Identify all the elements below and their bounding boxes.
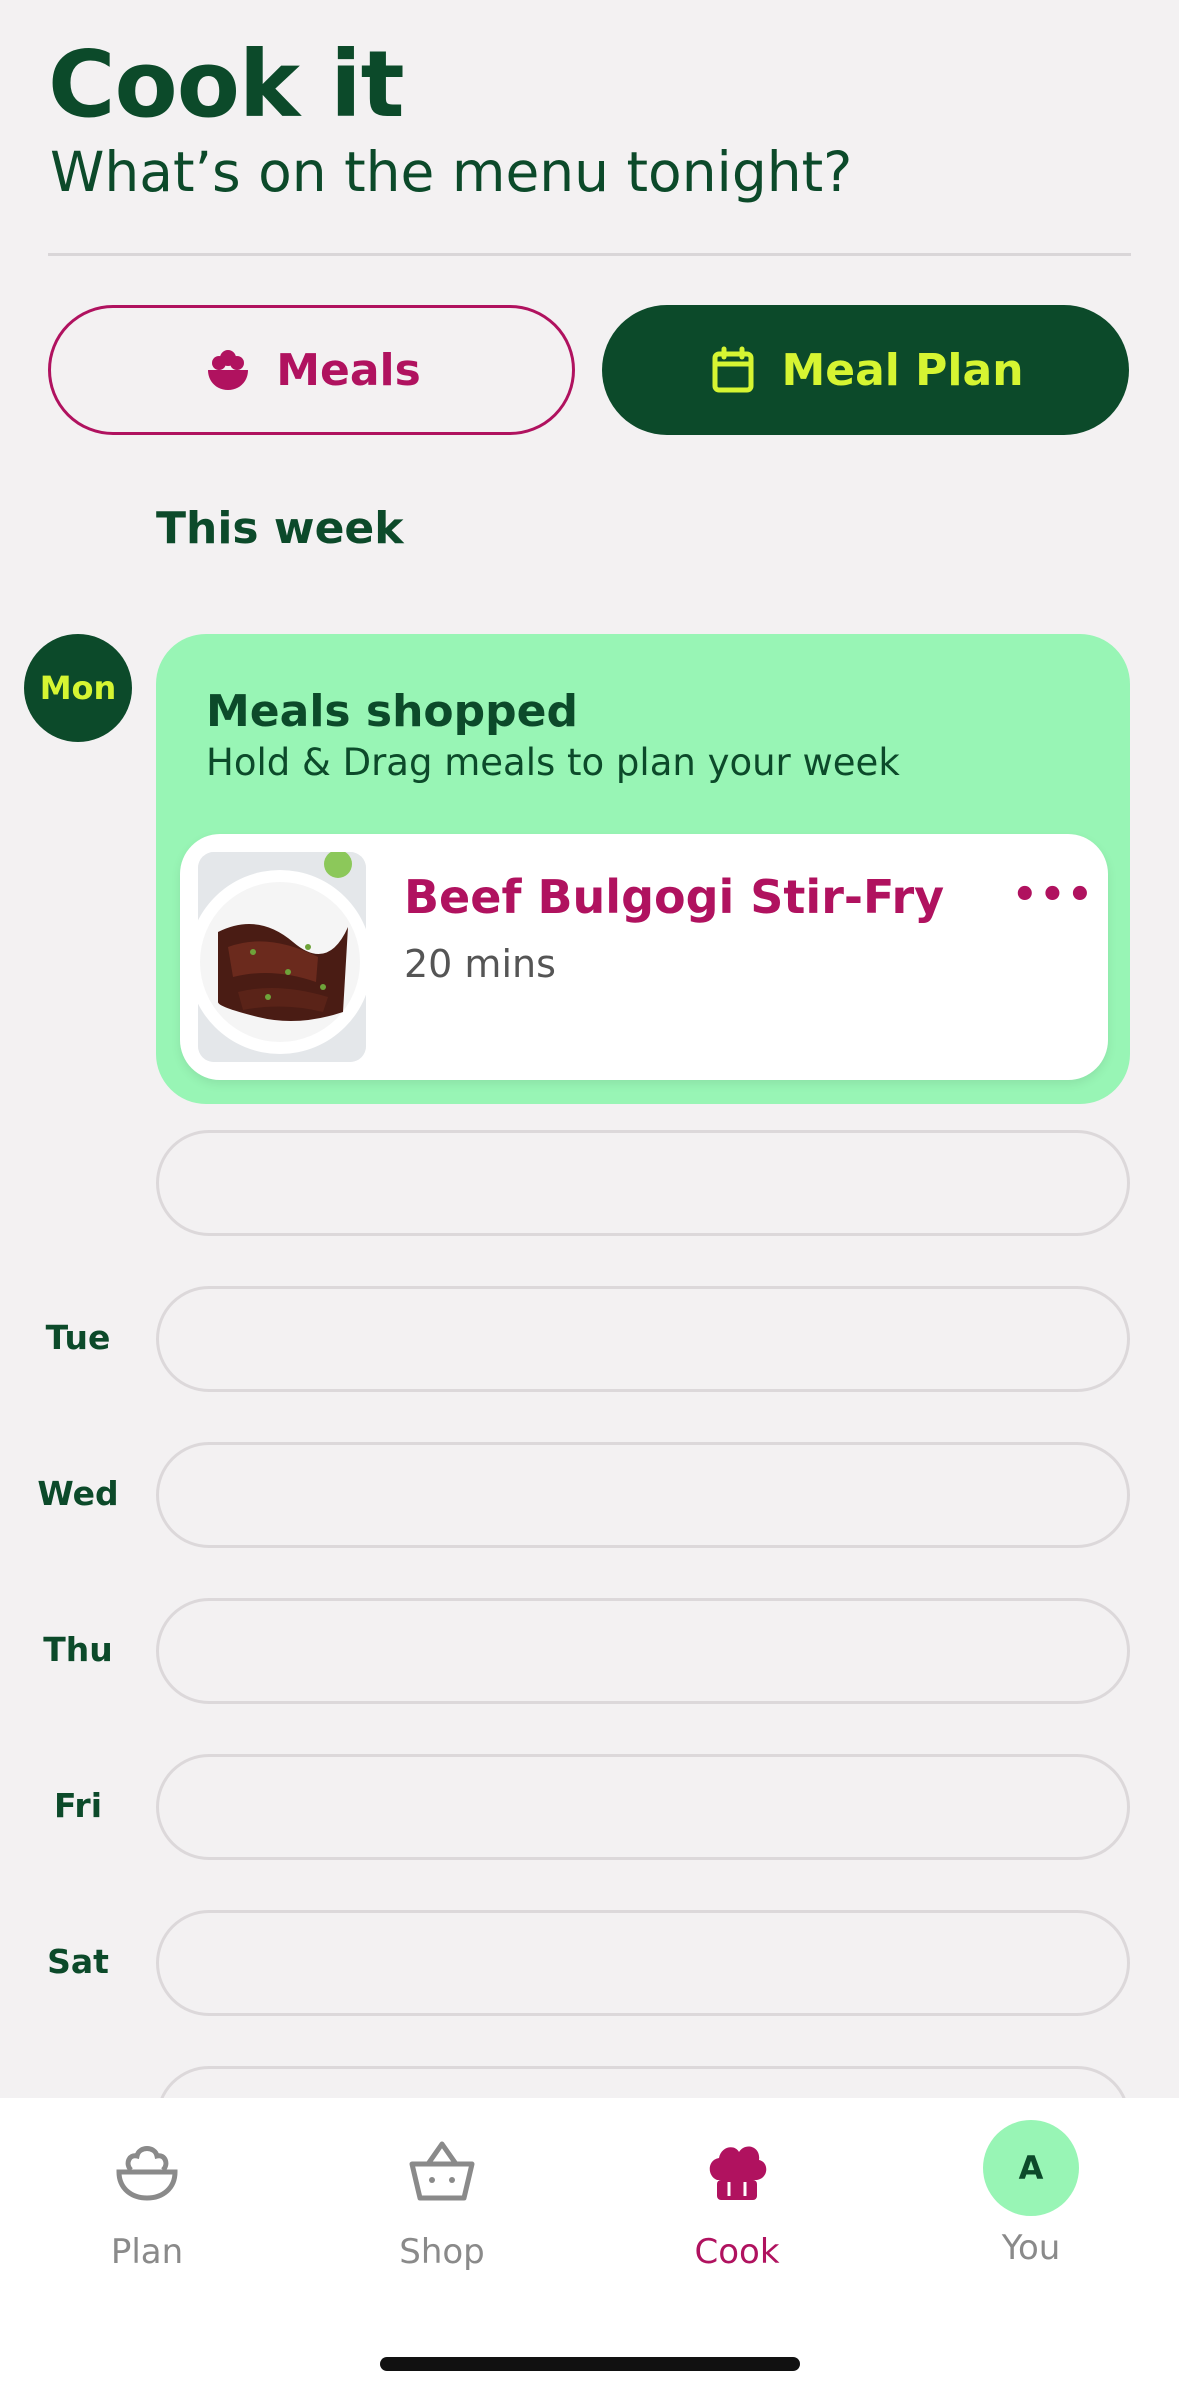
day-label-tue: Tue <box>45 1318 111 1357</box>
calendar-icon <box>712 346 754 393</box>
tab-plan[interactable]: Plan <box>47 2120 247 2290</box>
meal-slot-mon-empty[interactable] <box>156 1130 1130 1236</box>
tab-shop-label: Shop <box>399 2232 485 2272</box>
divider <box>48 253 1131 256</box>
day-label-fri: Fri <box>53 1786 103 1825</box>
meal-time: 20 mins <box>404 942 556 986</box>
day-label-thu: Thu <box>43 1630 113 1669</box>
page-subtitle: What’s on the menu tonight? <box>50 140 853 204</box>
week-label: This week <box>156 503 404 554</box>
meal-name: Beef Bulgogi Stir-Fry <box>404 870 945 924</box>
avatar: A <box>983 2120 1079 2216</box>
meal-slot-wed[interactable] <box>156 1442 1130 1548</box>
meal-plan-toggle-label: Meal Plan <box>781 344 1024 396</box>
meals-toggle-button[interactable]: Meals <box>48 305 575 435</box>
meal-slot-tue[interactable] <box>156 1286 1130 1392</box>
meals-shopped-title: Meals shopped <box>206 686 578 737</box>
meal-thumbnail <box>198 852 366 1062</box>
bottom-tab-bar: Plan Shop Cook A You <box>0 2098 1179 2396</box>
meals-shopped-card: Meals shopped Hold & Drag meals to plan … <box>156 634 1130 1104</box>
day-label-wed: Wed <box>37 1474 119 1513</box>
meal-card[interactable]: Beef Bulgogi Stir-Fry 20 mins ••• <box>180 834 1108 1080</box>
tab-you-label: You <box>1001 2228 1061 2268</box>
meal-slot-sat[interactable] <box>156 1910 1130 2016</box>
meals-shopped-hint: Hold & Drag meals to plan your week <box>206 741 900 784</box>
bowl-icon <box>208 350 249 390</box>
meal-slot-fri[interactable] <box>156 1754 1130 1860</box>
chef-hat-icon <box>709 2146 767 2200</box>
meal-slot-thu[interactable] <box>156 1598 1130 1704</box>
bowl-icon <box>116 2146 178 2201</box>
tab-cook[interactable]: Cook <box>637 2120 837 2290</box>
home-indicator[interactable] <box>380 2357 800 2371</box>
tab-shop[interactable]: Shop <box>342 2120 542 2290</box>
page-title: Cook it <box>48 31 405 138</box>
day-label-sat: Sat <box>47 1942 109 1981</box>
meal-plan-toggle-button[interactable]: Meal Plan <box>602 305 1129 435</box>
meals-toggle-label: Meals <box>276 344 421 396</box>
tab-you[interactable]: A You <box>931 2120 1131 2290</box>
basket-icon <box>409 2141 475 2201</box>
tab-cook-label: Cook <box>694 2232 780 2272</box>
day-badge-mon: Mon <box>24 634 132 742</box>
more-options-icon[interactable]: ••• <box>1012 872 1095 918</box>
meal-photo <box>198 852 366 1062</box>
tab-plan-label: Plan <box>110 2232 184 2272</box>
